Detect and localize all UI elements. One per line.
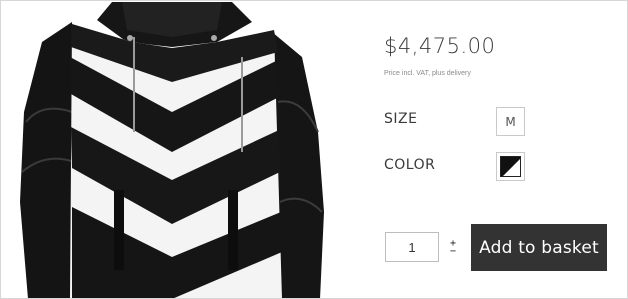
size-label: SIZE xyxy=(384,111,418,127)
product-price: $4,475.00 xyxy=(384,34,496,58)
quantity-stepper[interactable]: + − xyxy=(445,238,461,257)
product-image[interactable] xyxy=(2,2,350,298)
color-chip xyxy=(500,156,521,177)
size-option-m[interactable]: M xyxy=(496,107,525,136)
price-note: Price incl. VAT, plus delivery xyxy=(384,70,471,77)
minus-icon[interactable]: − xyxy=(450,246,456,256)
color-label: COLOR xyxy=(384,157,436,173)
jacket-photo xyxy=(2,2,350,298)
add-to-basket-button[interactable]: Add to basket xyxy=(471,224,607,271)
color-option-black-white[interactable] xyxy=(496,152,525,181)
quantity-input[interactable]: 1 xyxy=(385,232,439,262)
color-chip-graphic xyxy=(501,157,520,176)
product-details: $4,475.00 Price incl. VAT, plus delivery… xyxy=(384,1,624,298)
product-panel: $4,475.00 Price incl. VAT, plus delivery… xyxy=(0,0,628,299)
